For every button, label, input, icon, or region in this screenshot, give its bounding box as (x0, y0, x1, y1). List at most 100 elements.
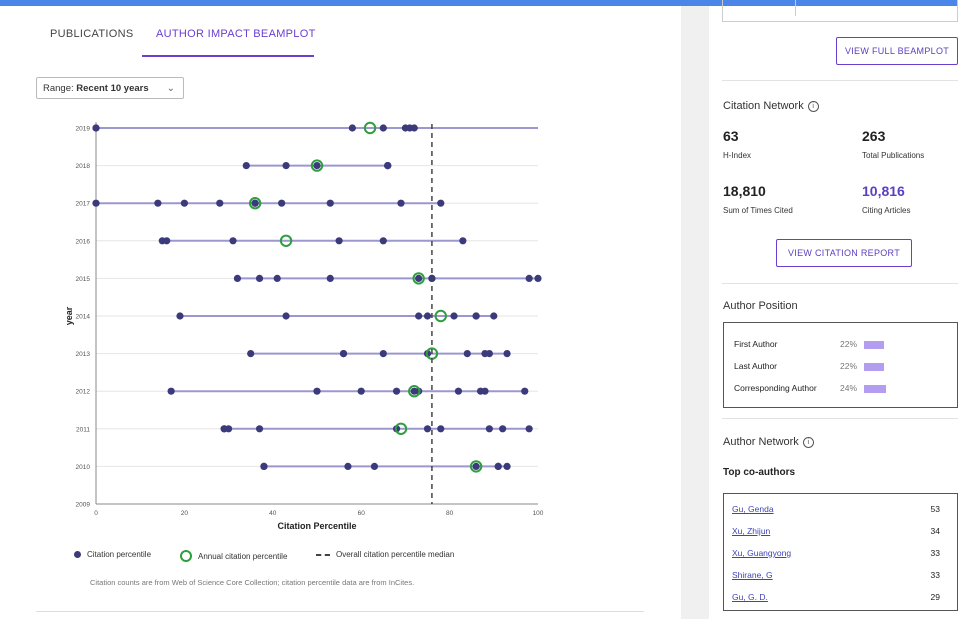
author-position-box: First Author 22% Last Author 22% Corresp… (723, 322, 958, 408)
view-full-beamplot-button[interactable]: VIEW FULL BEAMPLOT (836, 37, 958, 65)
citation-point (379, 350, 387, 358)
view-citation-report-button[interactable]: VIEW CITATION REPORT (776, 239, 912, 267)
citation-point (415, 274, 423, 282)
y-tick-label: 2014 (76, 314, 91, 321)
divider (722, 80, 958, 81)
citation-point (348, 124, 356, 132)
coauthor-row: Xu, Zhijun 34 (732, 526, 952, 540)
position-label: First Author (734, 339, 778, 349)
citation-point (326, 199, 334, 207)
citation-point (233, 274, 242, 282)
citation-point (92, 199, 100, 207)
citation-point (260, 462, 268, 470)
citing-articles-label: Citing Articles (862, 206, 911, 215)
citation-point (339, 350, 348, 358)
citation-point (490, 312, 498, 320)
tab-author-impact-beamplot[interactable]: AUTHOR IMPACT BEAMPLOT (156, 28, 316, 40)
legend-ring-icon (180, 550, 192, 562)
citation-point (251, 199, 259, 207)
bottom-divider (36, 611, 644, 612)
citation-point (525, 274, 533, 282)
legend-label-citation-percentile: Citation percentile (87, 550, 152, 559)
citation-network-title: Citation Network i (723, 100, 819, 112)
y-tick-label: 2009 (76, 502, 91, 509)
citation-point (278, 199, 286, 207)
author-network-title: Author Network i (723, 436, 814, 448)
citation-point (450, 312, 458, 320)
citation-point (472, 312, 480, 320)
y-tick-label: 2010 (76, 464, 91, 471)
citation-point (167, 387, 175, 395)
x-tick-label: 40 (269, 510, 277, 517)
coauthor-link[interactable]: Gu, G. D. (732, 592, 768, 602)
citation-point (423, 312, 432, 320)
citation-point (410, 124, 418, 132)
coauthor-link[interactable]: Shirane, G (732, 570, 773, 580)
times-cited-label: Sum of Times Cited (723, 206, 793, 215)
position-percent: 22% (840, 339, 858, 349)
coauthor-link[interactable]: Xu, Guangyong (732, 548, 791, 558)
author-network-label: Author Network (723, 436, 799, 448)
coauthor-link[interactable]: Gu, Genda (732, 504, 774, 514)
citation-point (521, 387, 529, 395)
citation-point (463, 350, 471, 358)
citation-point (379, 124, 387, 132)
citation-point (485, 350, 493, 358)
total-publications-value: 263 (862, 128, 886, 144)
citation-point (397, 199, 405, 207)
h-index-value: 63 (723, 128, 739, 144)
top-input-box (722, 0, 958, 22)
y-tick-label: 2015 (76, 276, 91, 283)
chevron-down-icon: ⌄ (166, 83, 175, 94)
citation-point (255, 425, 264, 433)
citation-point (472, 462, 480, 470)
citation-point (503, 462, 511, 470)
range-select[interactable]: Range: Recent 10 years ⌄ (36, 77, 184, 99)
coauthor-link[interactable]: Xu, Zhijun (732, 526, 770, 536)
citation-point (225, 425, 233, 433)
coauthor-row: Shirane, G 33 (732, 570, 952, 584)
info-icon[interactable]: i (802, 437, 814, 448)
x-tick-label: 20 (181, 510, 189, 517)
coauthor-count: 34 (930, 526, 940, 536)
coauthor-row: Gu, G. D. 29 (732, 592, 952, 606)
legend-label-annual: Annual citation percentile (198, 551, 288, 561)
citation-point (180, 199, 188, 207)
citing-articles-value[interactable]: 10,816 (862, 183, 905, 199)
citation-point (273, 274, 281, 282)
citation-point (242, 162, 250, 170)
citation-network-label: Citation Network (723, 100, 804, 112)
citation-point (503, 350, 511, 358)
citation-point (525, 425, 533, 433)
citation-point (437, 425, 445, 433)
y-tick-label: 2019 (76, 126, 91, 133)
coauthor-count: 33 (930, 570, 940, 580)
top-coauthors-heading: Top co-authors (723, 467, 796, 478)
citation-point (534, 274, 542, 282)
times-cited-value: 18,810 (723, 183, 766, 199)
position-row-corresponding: Corresponding Author 24% (734, 383, 904, 395)
citation-point (154, 199, 162, 207)
citation-point (481, 387, 489, 395)
citation-point (313, 387, 321, 395)
chart-legend: Citation percentile Annual citation perc… (74, 550, 494, 566)
position-bar (864, 363, 884, 371)
position-bar (864, 341, 884, 349)
beamplot-chart: 2019201820172016201520142013201220112010… (64, 121, 544, 531)
tab-publications[interactable]: PUBLICATIONS (50, 28, 133, 40)
citation-point (494, 462, 502, 470)
legend-item-annual: Annual citation percentile (180, 550, 287, 562)
citation-point (216, 199, 224, 207)
citation-point (423, 425, 432, 433)
position-bar (864, 385, 886, 393)
citation-point (454, 387, 463, 395)
citation-point (392, 387, 401, 395)
coauthor-count: 53 (930, 504, 940, 514)
y-tick-label: 2018 (76, 163, 91, 170)
citation-point (415, 312, 423, 320)
citation-point (247, 350, 255, 358)
h-index-label: H-Index (723, 151, 752, 160)
total-publications-label: Total Publications (862, 151, 925, 160)
citation-point (92, 124, 100, 132)
info-icon[interactable]: i (807, 101, 819, 112)
